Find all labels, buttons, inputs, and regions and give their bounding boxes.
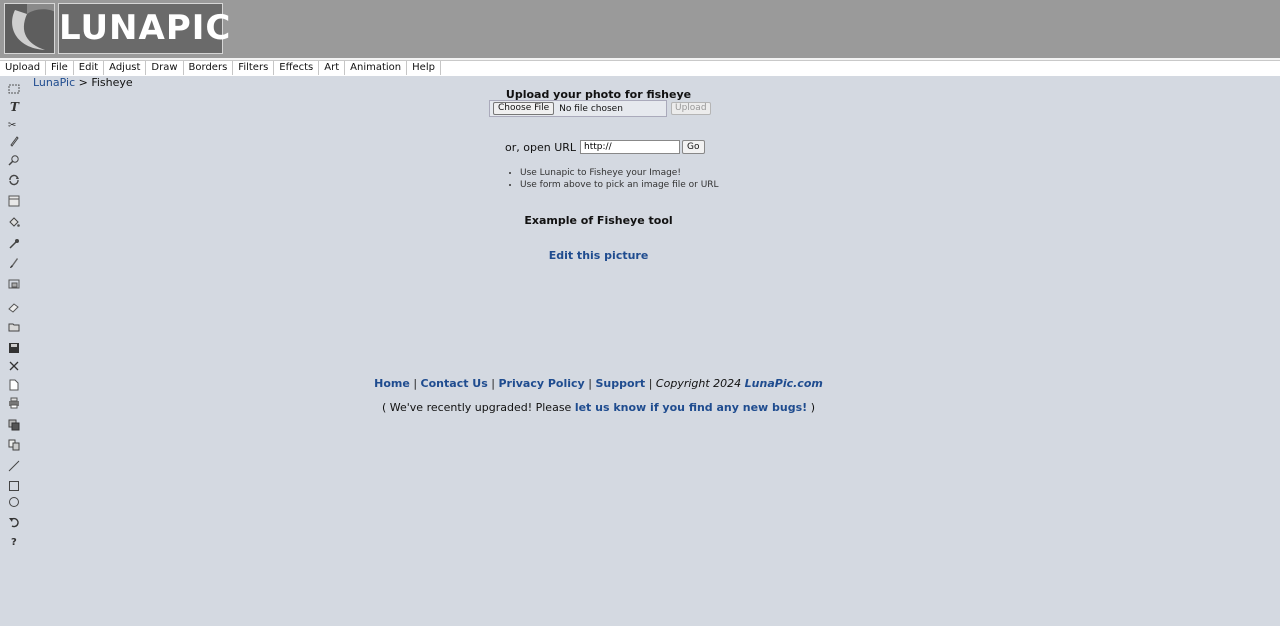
footer-separator: | (491, 377, 495, 390)
line-icon[interactable] (4, 457, 24, 475)
menu-file[interactable]: File (46, 61, 74, 75)
url-row: or, open URL Go (505, 140, 705, 154)
choose-file-button[interactable]: Choose File (493, 102, 555, 115)
undo-icon[interactable] (4, 513, 24, 531)
circle-icon[interactable] (4, 493, 24, 511)
menu-adjust[interactable]: Adjust (104, 61, 147, 75)
menu-help[interactable]: Help (407, 61, 441, 75)
svg-text:?: ? (11, 537, 17, 547)
footer-brand-link[interactable]: LunaPic.com (745, 377, 823, 390)
menu-divider (0, 75, 1280, 76)
footer-separator: | (648, 377, 653, 390)
resize-icon[interactable] (4, 275, 24, 293)
example-title: Example of Fisheye tool (524, 214, 673, 227)
footer-separator: | (413, 377, 418, 390)
menu-draw[interactable]: Draw (146, 61, 184, 75)
crop-icon[interactable] (4, 192, 24, 210)
footer-home-link[interactable]: Home (374, 377, 410, 390)
url-input[interactable] (580, 140, 681, 154)
list-item: Use form above to pick an image file or … (520, 179, 719, 191)
pencil-icon[interactable] (4, 132, 24, 150)
open-folder-icon[interactable] (4, 318, 24, 336)
layers-icon[interactable] (4, 416, 24, 434)
url-label: or, open URL (505, 140, 577, 154)
edit-picture-wrapper: Edit this picture (0, 249, 1197, 262)
footer-separator: | (588, 377, 592, 390)
go-button[interactable]: Go (682, 140, 705, 154)
scissors-icon[interactable]: ✂ (4, 115, 24, 133)
menu-art[interactable]: Art (319, 61, 346, 75)
menu-borders[interactable]: Borders (184, 61, 234, 75)
menu-upload[interactable]: Upload (0, 61, 47, 75)
file-status: No file chosen (559, 103, 623, 114)
eraser-icon[interactable] (4, 298, 24, 316)
menu-filters[interactable]: Filters (233, 61, 275, 75)
footer-support-link[interactable]: Support (595, 377, 645, 390)
file-input[interactable]: Choose File No file chosen (489, 100, 667, 117)
footer-copyright: Copyright 2024 (655, 377, 742, 390)
copy-icon[interactable] (4, 436, 24, 454)
menu-edit[interactable]: Edit (74, 61, 105, 75)
menu-effects[interactable]: Effects (274, 61, 320, 75)
save-icon[interactable] (4, 339, 24, 357)
report-bugs-link[interactable]: let us know if you find any new bugs! (575, 401, 807, 414)
logo-text: LUNAPIC (58, 3, 230, 54)
menu-animation[interactable]: Animation (345, 61, 408, 75)
upgrade-prefix: ( We've recently upgraded! Please (381, 401, 572, 414)
zoom-icon[interactable] (4, 151, 24, 169)
close-icon[interactable] (4, 357, 24, 375)
tips-list: Use Lunapic to Fisheye your Image! Use f… (508, 167, 719, 191)
file-upload-row: Choose File No file chosen Upload (489, 100, 711, 117)
edit-picture-link[interactable]: Edit this picture (549, 249, 649, 262)
header: LUNAPIC (0, 0, 1280, 58)
footer-links: Home | Contact Us | Privacy Policy | Sup… (0, 377, 1197, 390)
lunapic-logo[interactable]: LUNAPIC (4, 3, 230, 54)
footer-contact-link[interactable]: Contact Us (421, 377, 488, 390)
svg-text:T: T (10, 100, 20, 112)
list-item: Use Lunapic to Fisheye your Image! (520, 167, 719, 179)
footer-privacy-link[interactable]: Privacy Policy (499, 377, 585, 390)
upgrade-suffix: ) (810, 401, 815, 414)
menu-bar: Upload File Edit Adjust Draw Borders Fil… (0, 60, 1280, 76)
rotate-icon[interactable] (4, 171, 24, 189)
svg-text:✂: ✂ (8, 120, 16, 130)
upload-button[interactable]: Upload (671, 102, 711, 115)
help-icon[interactable]: ? (4, 532, 24, 550)
upgrade-note: ( We've recently upgraded! Please let us… (0, 401, 1197, 414)
moon-logo-icon (4, 3, 55, 54)
